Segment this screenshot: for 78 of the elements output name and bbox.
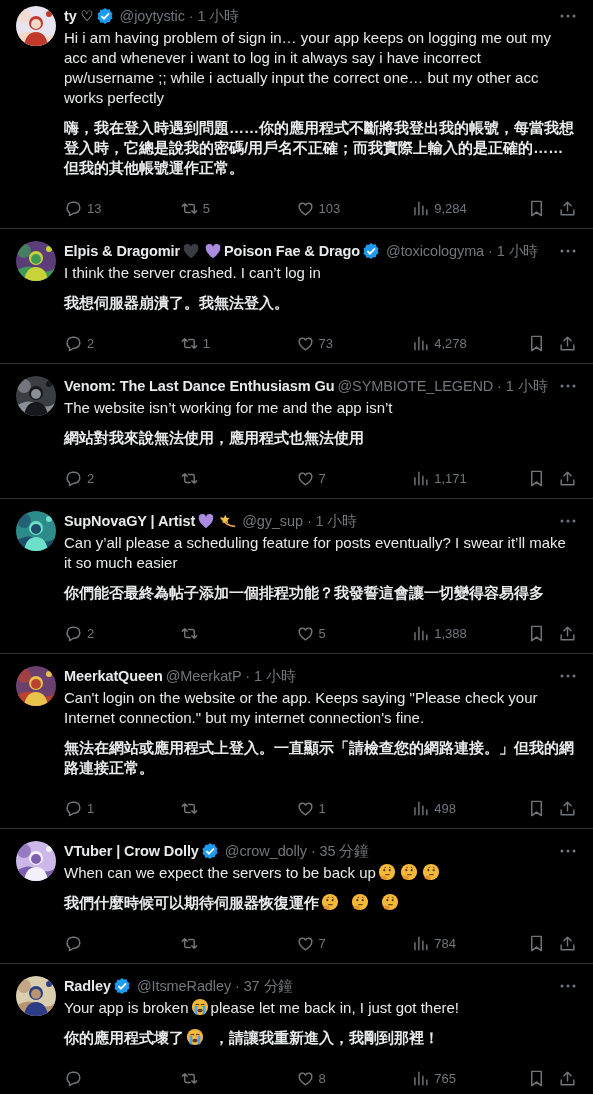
user-name: Venom: The Last Dance Enthusiasm Gu [64, 378, 335, 394]
post-text: please let me back in, I just got there! [210, 999, 459, 1016]
heart-icon [182, 242, 201, 260]
user-name: Elpis & Dragomir [64, 243, 181, 259]
post-text: Can y’all please a scheduling feature for posts eventually? I swear it’ll make it so much easier [64, 534, 566, 571]
repost-count: 1 [202, 335, 210, 351]
share-icon[interactable] [558, 1068, 577, 1088]
user-name: SupNovaGY | Artist [64, 513, 196, 529]
post-text: Your app is broken [64, 999, 189, 1016]
reply-icon[interactable] [64, 623, 83, 643]
like-count: 8 [318, 1070, 326, 1086]
share-icon[interactable] [558, 933, 577, 953]
like-count: 7 [318, 935, 326, 951]
user-handle: @crow_dolly · 35 分鐘 [224, 841, 370, 861]
post-text: When can we expect the servers to be back up [64, 864, 376, 881]
user-name: Poison Fae & Drago [224, 243, 361, 259]
post-text: I think the server crashed. I can’t log in [64, 264, 321, 281]
user-handle: @SYMBIOTE_LEGEND · 1 小時 [337, 376, 548, 396]
like-count: 103 [318, 200, 341, 216]
reply-count: 13 [87, 200, 102, 216]
heart-icon [204, 242, 223, 260]
user-name: VTuber | Crow Dolly [64, 843, 199, 859]
post-text: Hi i am having problem of sign in… your app keeps on logging me out my acc and whenever i want to log in it always say i have incorrect pw/username ;; while i actually input the correct one… but my other acc works perfectly [64, 29, 551, 106]
user-name: ty ♡ [64, 8, 94, 24]
like-count: 5 [318, 625, 326, 641]
like-count: 7 [318, 470, 326, 486]
like-count: 1 [318, 800, 326, 816]
reply-icon[interactable] [64, 198, 83, 218]
translation-text: 網站對我來說無法使用，應用程式也無法使用 [64, 429, 364, 446]
views-count: 4,278 [434, 335, 467, 351]
repost-count: 5 [202, 200, 210, 216]
user-handle: @gy_sup · 1 小時 [242, 511, 358, 531]
reply-icon[interactable] [64, 333, 83, 353]
views-count: 9,284 [434, 200, 467, 216]
user-name: MeerkatQueen [64, 668, 163, 684]
crying-face-icon [186, 1028, 204, 1046]
user-handle: @toxicologyma · 1 小時 [386, 241, 539, 261]
reply-icon[interactable] [64, 1068, 83, 1088]
reply-icon[interactable] [64, 468, 83, 488]
reply-count: 2 [87, 625, 95, 641]
share-icon[interactable] [558, 468, 577, 488]
like-count: 73 [318, 335, 333, 351]
reply-count: 2 [87, 470, 95, 486]
reply-icon[interactable] [64, 933, 83, 953]
translation-text: 嗨，我在登入時遇到問題……你的應用程式不斷將我登出我的帳號，每當我想登入時，它總是說我的密碼/用戶名不正確；而我實際上輸入的是正確的……但我的其他帳號運作正常。 [64, 119, 574, 176]
thinking-face-icon [381, 893, 399, 911]
translation-text: 你的應用程式壞了 [64, 1029, 184, 1046]
post-text: The website isn’t working for me and the app isn’t [64, 399, 393, 416]
heart-icon [197, 512, 216, 530]
share-icon[interactable] [558, 333, 577, 353]
user-name: Radley [64, 978, 111, 994]
views-count: 784 [434, 935, 456, 951]
thinking-face-icon [399, 863, 418, 881]
share-icon[interactable] [558, 198, 577, 218]
thinking-face-icon [377, 863, 396, 881]
views-count: 765 [434, 1070, 456, 1086]
user-handle: @ItsmeRadley · 37 分鐘 [136, 976, 294, 996]
views-count: 1,171 [434, 470, 467, 486]
share-icon[interactable] [558, 798, 577, 818]
thinking-face-icon [351, 893, 369, 911]
translation-text: 我們什麼時候可以期待伺服器恢復運作 [64, 894, 319, 911]
translation-text: 我想伺服器崩潰了。我無法登入。 [64, 294, 289, 311]
thinking-face-icon [421, 863, 440, 881]
translation-text: 無法在網站或應用程式上登入。一直顯示「請檢查您的網路連接。」但我的網路連接正常。 [64, 739, 574, 776]
star-icon [219, 512, 238, 530]
share-icon[interactable] [558, 623, 577, 643]
user-handle: @MeerkatP · 1 小時 [165, 666, 296, 686]
translation-text: 你們能否最終為帖子添加一個排程功能？我發誓這會讓一切變得容易得多 [64, 584, 544, 601]
reply-count: 2 [87, 335, 95, 351]
crying-face-icon [190, 998, 209, 1016]
reply-count: 1 [87, 800, 95, 816]
views-count: 1,388 [434, 625, 467, 641]
thinking-face-icon [321, 893, 339, 911]
user-handle: @joytystic · 1 小時 [119, 6, 240, 26]
reply-icon[interactable] [64, 798, 83, 818]
views-count: 498 [434, 800, 456, 816]
translation-text: ，請讓我重新進入，我剛到那裡！ [214, 1029, 439, 1046]
post-text: Can't login on the website or the app. Keeps saying "Please check your Internet connection." but my internet connection's fine. [64, 689, 538, 726]
